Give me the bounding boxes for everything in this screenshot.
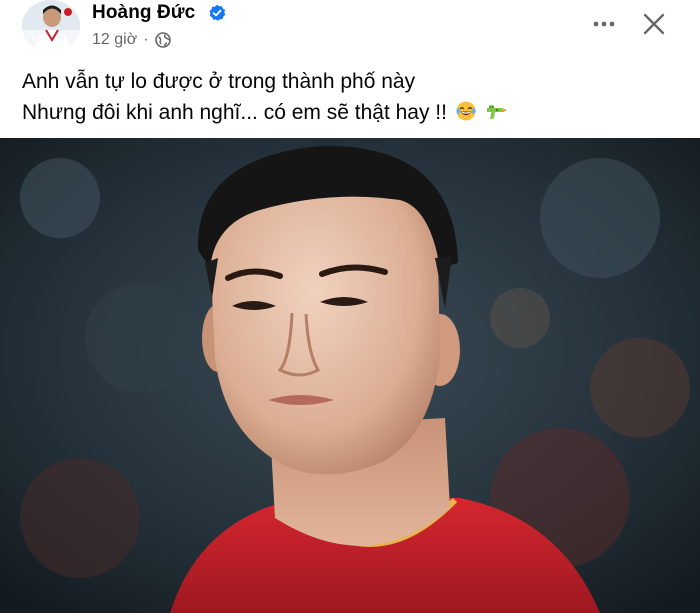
post-caption: Anh vẫn tự lo được ở trong thành phố này… [22, 66, 682, 128]
caption-line-2-text: Nhưng đôi khi anh nghĩ... có em sẽ thật … [22, 101, 447, 124]
facebook-post: Hoàng Đức 12 giờ · Anh vẫn tự lo được ở … [0, 0, 700, 613]
water-pistol-emoji-icon [486, 105, 506, 119]
more-dots-icon [593, 21, 615, 27]
player-portrait-image [0, 138, 700, 613]
post-meta: 12 giờ · [92, 31, 171, 49]
caption-line-2: Nhưng đôi khi anh nghĩ... có em sẽ thật … [22, 97, 682, 128]
close-icon [643, 13, 665, 35]
caption-line-1: Anh vẫn tự lo được ở trong thành phố này [22, 70, 416, 93]
post-timestamp[interactable]: 12 giờ [92, 31, 137, 49]
meta-separator: · [143, 31, 149, 48]
post-photo[interactable] [0, 138, 700, 613]
globe-icon[interactable] [154, 32, 171, 48]
author-avatar[interactable] [22, 0, 80, 52]
post-header: Hoàng Đức 12 giờ · [0, 0, 700, 62]
close-button[interactable] [636, 6, 672, 42]
author-name[interactable]: Hoàng Đức [92, 2, 195, 24]
laughing-tears-emoji-icon [456, 101, 476, 121]
verified-badge-icon [209, 4, 226, 21]
more-options-button[interactable] [586, 6, 622, 42]
avatar-image [22, 0, 80, 52]
